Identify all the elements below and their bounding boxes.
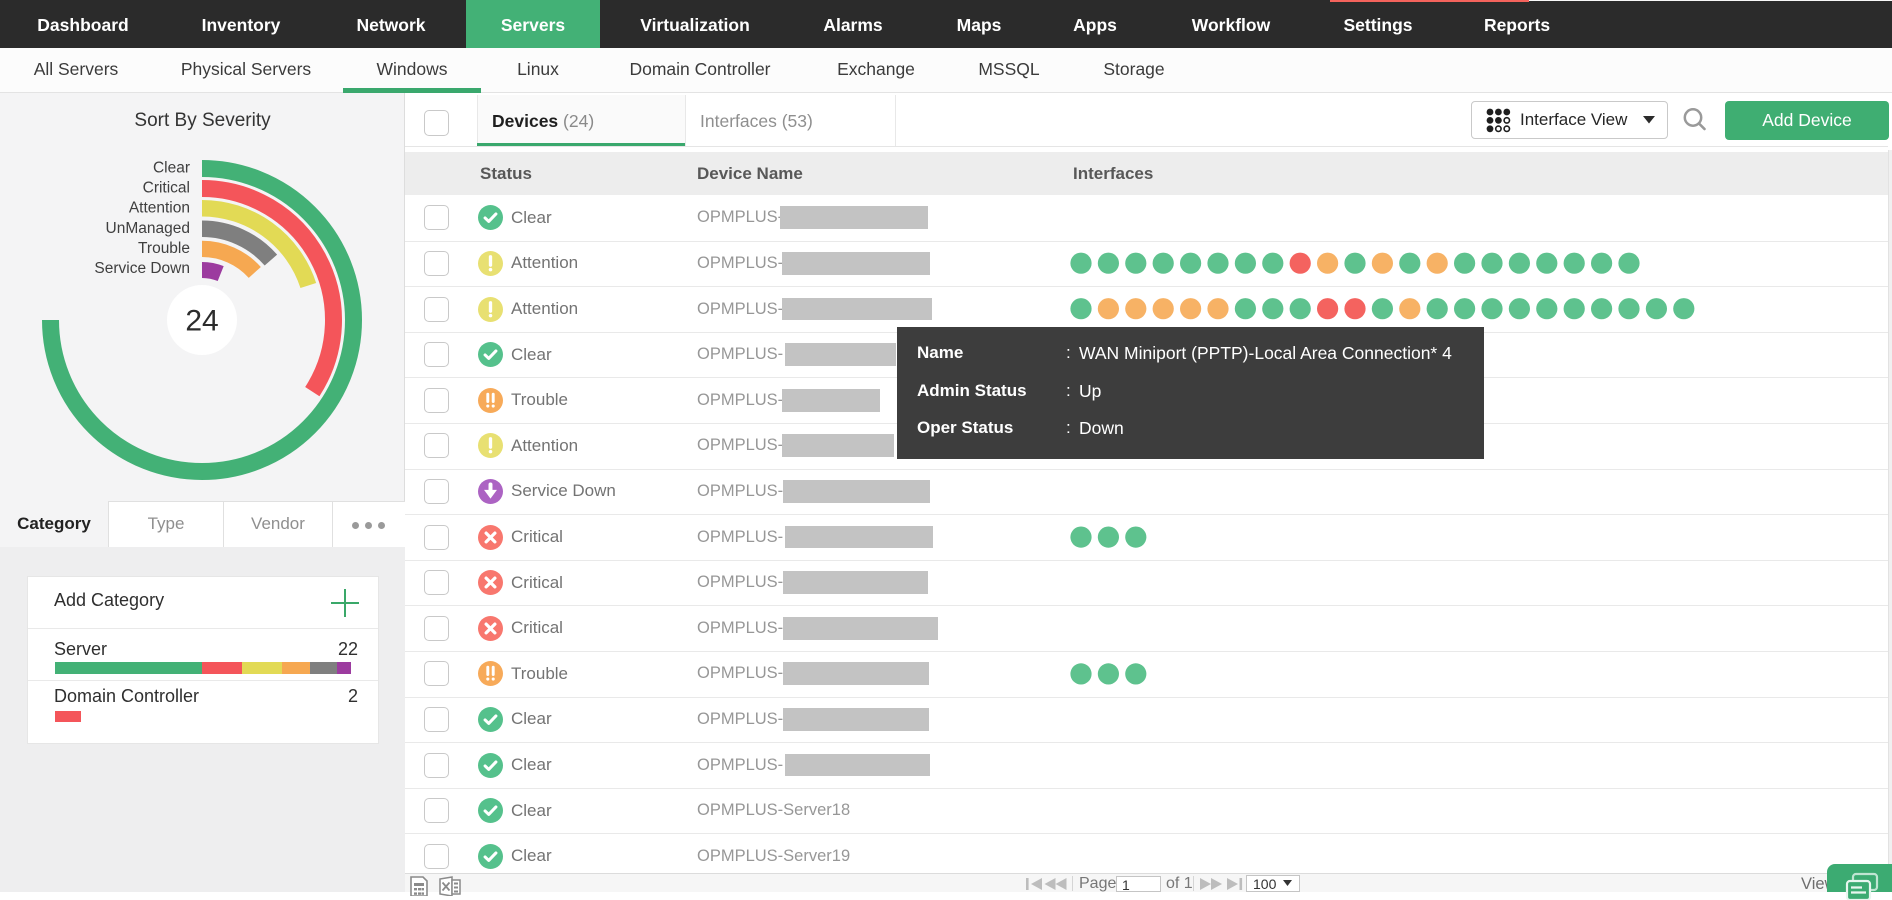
svg-text:UnManaged: UnManaged xyxy=(106,220,190,237)
svg-text:Attention: Attention xyxy=(129,200,190,217)
svg-text:Clear: Clear xyxy=(153,160,190,177)
svg-text:Trouble: Trouble xyxy=(138,240,190,257)
svg-text:Service Down: Service Down xyxy=(94,260,190,277)
svg-text:24: 24 xyxy=(185,305,218,338)
svg-text:Critical: Critical xyxy=(143,180,190,197)
